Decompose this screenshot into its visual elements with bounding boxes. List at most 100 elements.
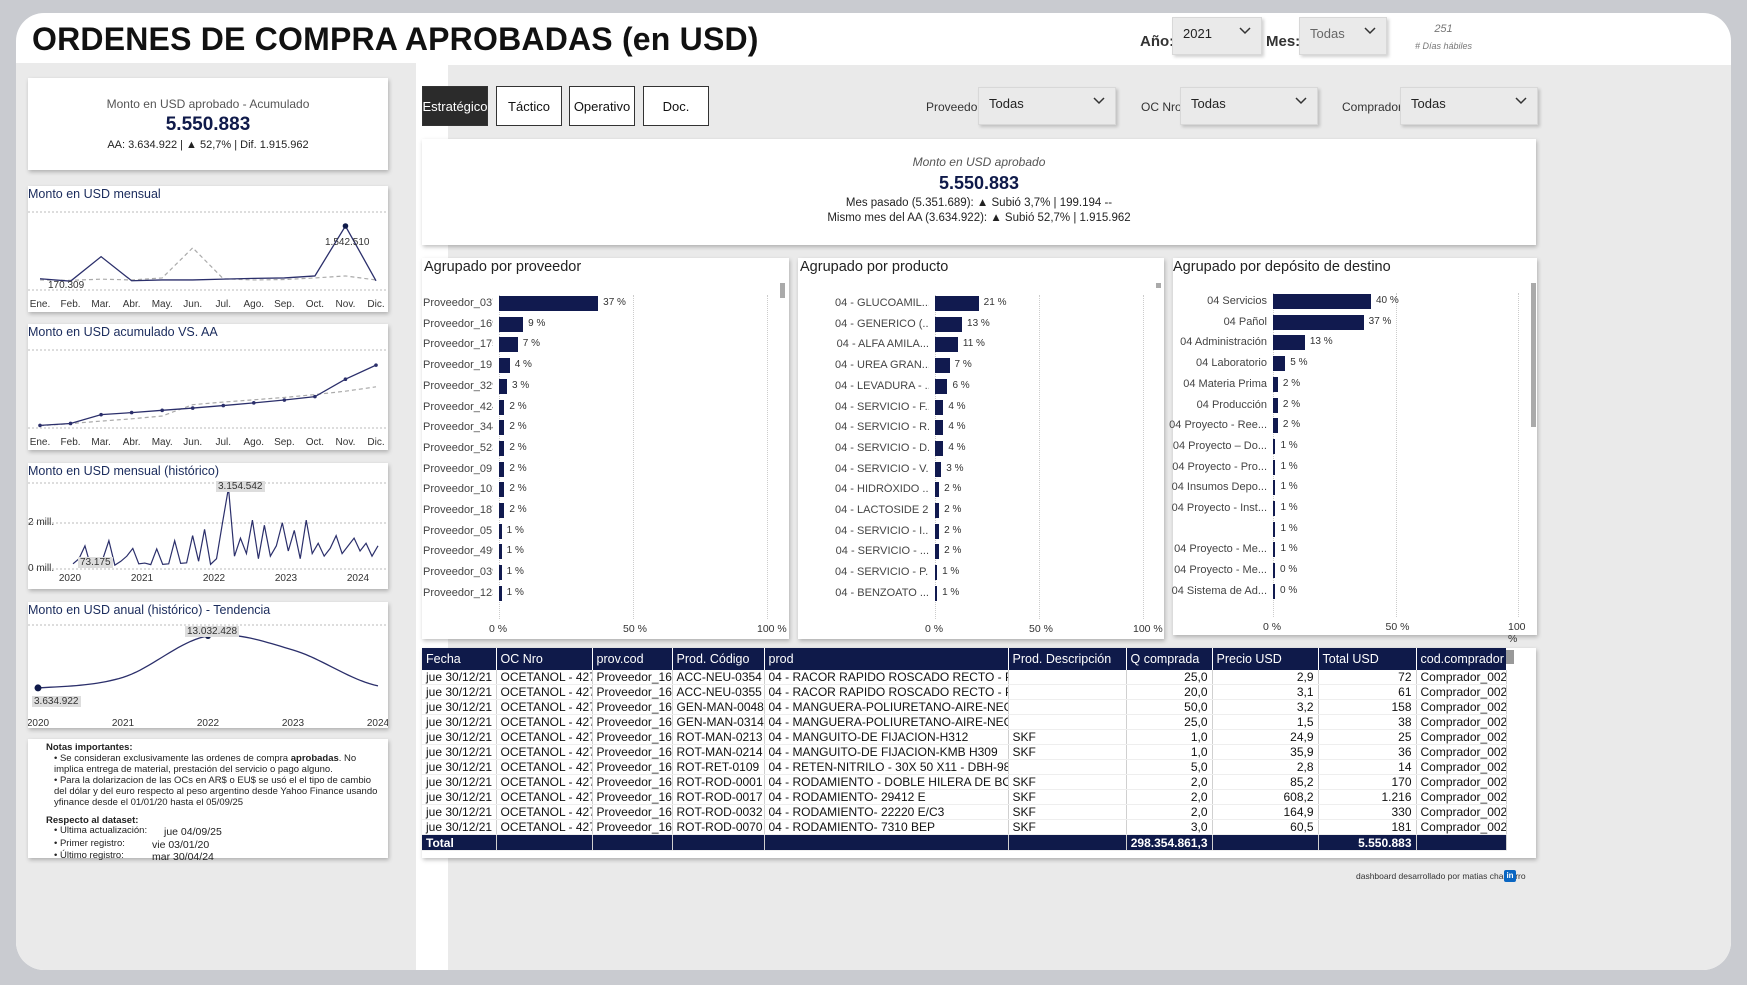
col-prov-cod[interactable]: prov.cod — [592, 648, 673, 670]
proveedor-slicer[interactable]: Todas — [978, 87, 1116, 125]
table-row[interactable]: jue 30/12/21OCETANOL - 4274Proveedor_166… — [422, 729, 1507, 746]
scrollbar[interactable] — [1156, 283, 1161, 288]
table-row[interactable]: jue 30/12/21OCETANOL - 4273Proveedor_161… — [422, 670, 1507, 686]
bar[interactable] — [1273, 294, 1371, 309]
bar[interactable] — [499, 296, 599, 311]
proveedor-filter-label: Proveedor: — [926, 100, 985, 114]
col-oc-nro[interactable]: OC Nro — [496, 648, 593, 670]
bar[interactable] — [935, 565, 938, 581]
table-row[interactable]: jue 30/12/21OCETANOL - 4273Proveedor_161… — [422, 714, 1507, 731]
bar[interactable] — [1273, 397, 1278, 413]
scrollbar[interactable] — [1506, 650, 1514, 664]
bar[interactable] — [499, 378, 508, 394]
bar[interactable] — [499, 358, 510, 374]
scrollbar[interactable] — [780, 283, 785, 298]
bar[interactable] — [499, 399, 505, 415]
bar[interactable] — [935, 296, 979, 311]
bar-category-label: 04 - SERVICIO - R... — [835, 421, 929, 434]
col-q-comprada[interactable]: Q comprada — [1126, 648, 1213, 670]
col-prod-descripcion[interactable]: Prod. Descripción — [1008, 648, 1127, 670]
comprador-slicer[interactable]: Todas — [1400, 87, 1538, 125]
year-label: Año: — [1140, 33, 1175, 50]
table-row[interactable]: jue 30/12/21OCETANOL - 4274Proveedor_166… — [422, 789, 1507, 806]
bar[interactable] — [499, 337, 518, 353]
col-prod-codigo[interactable]: Prod. Código — [672, 648, 765, 670]
bar[interactable] — [1273, 521, 1276, 537]
scrollbar[interactable] — [1531, 283, 1536, 427]
bar[interactable] — [1273, 418, 1278, 434]
bar[interactable] — [935, 316, 963, 332]
main-kpi-value: 5.550.883 — [938, 173, 1020, 193]
table-row[interactable]: jue 30/12/21OCETANOL - 4274Proveedor_166… — [422, 759, 1507, 776]
bar[interactable] — [499, 503, 505, 518]
tab-doc[interactable]: Doc. — [643, 86, 709, 126]
col-prod[interactable]: prod — [764, 648, 1009, 670]
bar[interactable] — [935, 337, 958, 353]
bar[interactable] — [499, 585, 502, 601]
monthly-chart: Ene. Feb. Mar. Abr. May. Jun. Jul. Ago. Sep. Oct.… — [28, 211, 388, 310]
bar[interactable] — [1273, 501, 1276, 516]
linkedin-icon[interactable]: in — [1504, 870, 1516, 882]
bar[interactable] — [1273, 542, 1276, 558]
table-row[interactable]: jue 30/12/21OCETANOL - 4274Proveedor_166… — [422, 774, 1507, 791]
col-fecha[interactable]: Fecha — [422, 648, 497, 670]
table-cell: 3,0 — [1126, 819, 1213, 836]
bar[interactable] — [1273, 480, 1276, 496]
bar[interactable] — [499, 461, 505, 477]
line-point — [252, 401, 256, 405]
table-row[interactable]: jue 30/12/21OCETANOL - 4274Proveedor_166… — [422, 804, 1507, 821]
bar[interactable] — [499, 482, 505, 498]
bar[interactable] — [935, 358, 950, 374]
bar[interactable] — [935, 482, 940, 498]
col-cod-comprador[interactable]: cod.comprador — [1416, 648, 1507, 670]
bar[interactable] — [499, 316, 524, 332]
bar[interactable] — [935, 503, 940, 518]
table-total-cell: Total — [422, 834, 497, 852]
bar-value-label: 2 % — [509, 483, 527, 495]
bar-category-label: 04 - SERVICIO - P... — [835, 566, 929, 579]
bar[interactable] — [1273, 376, 1278, 392]
month-slicer[interactable]: Todas — [1299, 17, 1387, 55]
page-title: ORDENES DE COMPRA APROBADAS (en USD) — [32, 21, 759, 57]
bar[interactable] — [935, 378, 948, 394]
bar[interactable] — [1273, 563, 1275, 579]
table-row[interactable]: jue 30/12/21OCETANOL - 4274Proveedor_166… — [422, 819, 1507, 836]
table-cell: 2,0 — [1126, 774, 1213, 791]
line-point — [282, 398, 287, 402]
oc-slicer[interactable]: Todas — [1180, 87, 1318, 125]
bar[interactable] — [935, 461, 942, 477]
bar[interactable] — [499, 523, 502, 539]
tab-estrategico[interactable]: Estratégico — [422, 86, 488, 126]
bar[interactable] — [1273, 438, 1276, 454]
table-cell: 25,0 — [1126, 670, 1213, 686]
bar[interactable] — [935, 440, 944, 456]
bar[interactable] — [935, 523, 940, 539]
bar[interactable] — [935, 585, 938, 601]
bar[interactable] — [1273, 356, 1286, 372]
table-row[interactable]: jue 30/12/21OCETANOL - 4273Proveedor_161… — [422, 684, 1507, 701]
col-precio-usd[interactable]: Precio USD — [1212, 648, 1319, 670]
bar[interactable] — [1273, 314, 1364, 330]
tab-operativo[interactable]: Operativo — [569, 86, 635, 126]
table-cell: SKF — [1008, 729, 1127, 746]
producto-chart-title: Agrupado por producto — [800, 259, 949, 275]
table-row[interactable]: jue 30/12/21OCETANOL - 4274Proveedor_166… — [422, 744, 1507, 761]
table-row[interactable]: jue 30/12/21OCETANOL - 4273Proveedor_161… — [422, 699, 1507, 716]
bar[interactable] — [935, 399, 944, 415]
col-total-usd[interactable]: Total USD — [1318, 648, 1417, 670]
bar[interactable] — [499, 440, 505, 456]
bar[interactable] — [935, 420, 944, 436]
bar[interactable] — [499, 420, 505, 436]
x-tick-label: 2024 — [347, 573, 370, 584]
table-cell: jue 30/12/21 — [422, 699, 497, 716]
bar[interactable] — [499, 565, 502, 581]
bar[interactable] — [499, 544, 502, 560]
bar-value-label: 2 % — [944, 504, 962, 515]
tab-tactico[interactable]: Táctico — [496, 86, 562, 126]
bar[interactable] — [1273, 459, 1276, 475]
bar[interactable] — [935, 544, 940, 560]
table-cell: jue 30/12/21 — [422, 714, 497, 731]
bar[interactable] — [1273, 335, 1305, 351]
bar[interactable] — [1273, 583, 1275, 599]
year-slicer[interactable]: 2021 — [1172, 17, 1262, 55]
